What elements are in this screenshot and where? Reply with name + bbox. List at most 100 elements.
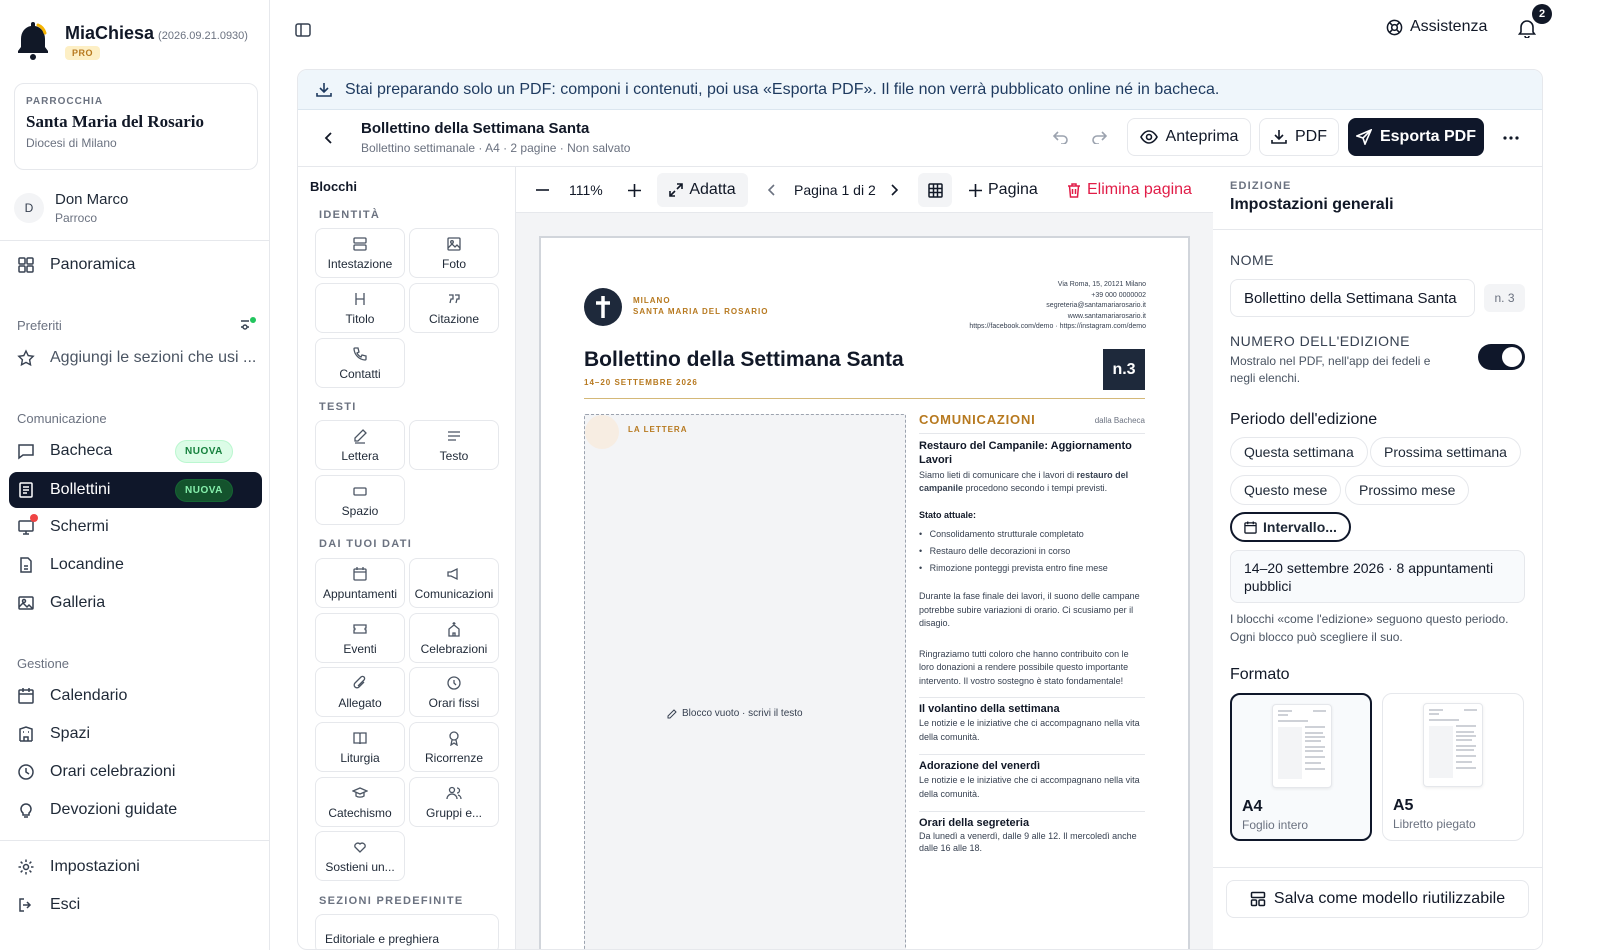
prev-page-icon[interactable] [768,173,776,207]
save-template-button[interactable]: Salva come modello riutilizzabile [1226,880,1529,918]
text-lines-icon [446,428,462,444]
nav-galleria[interactable]: Galleria [9,585,262,621]
block-label: Allegato [338,695,382,710]
block-citazione[interactable]: Citazione [409,283,499,333]
period-chip-next-week[interactable]: Prossima settimana [1370,437,1521,467]
block-label: Contatti [339,366,381,381]
block-intestazione[interactable]: Intestazione [315,228,405,278]
more-icon[interactable] [1503,136,1519,140]
nav-locandine[interactable]: Locandine [9,547,262,583]
predefined-section[interactable]: Editoriale e preghiera [315,914,499,949]
heart-hand-icon [352,839,368,855]
pencil-icon [667,708,677,719]
nav-impostazioni[interactable]: Impostazioni [9,849,262,885]
calendar-icon [1244,520,1257,534]
add-page-button[interactable]: Pagina [969,173,1038,207]
period-chip-next-month[interactable]: Prossimo mese [1345,475,1470,505]
doc-title: Bollettino della Settimana Santa [584,348,904,371]
letter-block-empty[interactable]: LA LETTERA Blocco vuoto · scrivi il test… [584,414,906,949]
building-icon [17,725,35,743]
org-city: MILANO [633,296,671,305]
notifications-icon[interactable] [1518,18,1536,38]
block-contatti[interactable]: Contatti [315,338,405,388]
block-eventi[interactable]: Eventi [315,613,405,663]
nav-calendario[interactable]: Calendario [9,678,262,714]
format-option-a5[interactable]: A5 Libretto piegato [1382,693,1524,841]
format-option-a4[interactable]: A4 Foglio intero [1230,693,1372,841]
edit-favorites-icon[interactable] [239,316,257,332]
grid-toggle[interactable] [918,173,952,207]
block-titolo[interactable]: Titolo [315,283,405,333]
pdf-label: PDF [1295,128,1327,145]
news-paragraph: Le notizie e le iniziative che ci accomp… [919,718,1140,742]
nav-overview-label: Panoramica [50,256,136,273]
block-lettera[interactable]: Lettera [315,420,405,470]
document-page[interactable]: MILANO SANTA MARIA DEL ROSARIO Via Roma,… [539,236,1190,949]
nav-bollettini[interactable]: Bollettini NUOVA [9,472,262,508]
document-meta: Bollettino settimanale · A4 · 2 pagine ·… [361,141,631,155]
brand[interactable]: MiaChiesa (2026.09.21.0930) PRO [17,20,262,64]
format-thumbnail [1272,704,1332,788]
block-catechismo[interactable]: Catechismo [315,777,405,827]
redo-icon[interactable] [1091,130,1107,144]
block-foto[interactable]: Foto [409,228,499,278]
zoom-in-icon[interactable] [628,173,641,207]
period-chip-this-week[interactable]: Questa settimana [1230,437,1368,467]
settings-kicker: EDIZIONE [1230,180,1292,192]
file-icon [17,556,35,574]
divider [0,840,270,841]
nav-logout[interactable]: Esci [9,887,262,923]
block-sostieni[interactable]: Sostieni un... [315,831,405,881]
edition-number-toggle[interactable] [1478,344,1525,370]
zoom-level: 111% [569,182,603,198]
nav-schermi[interactable]: Schermi [9,509,262,545]
block-label: Testo [439,448,469,463]
sidebar-toggle-icon[interactable] [295,22,311,38]
help-button[interactable]: Assistenza [1386,18,1487,36]
nav-overview[interactable]: Panoramica [9,247,262,283]
period-chip-range[interactable]: Intervallo... [1230,512,1351,542]
news-title: Orari della segreteria [919,817,1030,829]
news-title: Adorazione del venerdì [919,760,1041,772]
block-liturgia[interactable]: Liturgia [315,722,405,772]
nav-logout-label: Esci [50,896,81,913]
back-icon[interactable] [324,131,334,145]
block-gruppi[interactable]: Gruppi e... [409,777,499,827]
preview-button[interactable]: Anteprima [1127,118,1251,156]
favorites-add[interactable]: Aggiungi le sezioni che usi ... [9,340,262,376]
pen-icon [352,428,368,444]
block-ricorrenze[interactable]: Ricorrenze [409,722,499,772]
block-spazio[interactable]: Spazio [315,475,405,525]
pdf-button[interactable]: PDF [1259,118,1339,156]
texts-label: TESTI [319,401,357,413]
block-testo[interactable]: Testo [409,420,499,470]
news-title: Il volantino della settimana [919,703,1060,715]
block-celebrazioni[interactable]: Celebrazioni [409,613,499,663]
export-pdf-label: Esporta PDF [1379,128,1476,145]
nav-spazi[interactable]: Spazi [9,716,262,752]
monitor-icon [17,514,38,536]
period-chip-this-month[interactable]: Questo mese [1230,475,1342,505]
management-label: Gestione [17,656,70,671]
nav-locandine-label: Locandine [50,556,124,573]
contact-line: Via Roma, 15, 20121 Milano [1057,281,1146,288]
parish-card[interactable]: PARROCCHIA Santa Maria del Rosario Dioce… [14,83,258,170]
block-comunicazioni[interactable]: Comunicazioni [409,558,499,608]
user-profile[interactable]: D Don Marco Parroco [14,190,258,234]
nav-orari[interactable]: Orari celebrazioni [9,754,262,790]
block-appuntamenti[interactable]: Appuntamenti [315,558,405,608]
contact-block: Via Roma, 15, 20121 Milano +39 000 00000… [969,280,1146,333]
next-page-icon[interactable] [890,173,898,207]
block-orari-fissi[interactable]: Orari fissi [409,667,499,717]
nav-bacheca[interactable]: Bacheca NUOVA [9,433,262,469]
delete-page-button[interactable]: Elimina pagina [1067,173,1192,207]
zoom-out-icon[interactable] [536,173,549,207]
fit-button[interactable]: Adatta [657,173,748,207]
add-page-label: Pagina [988,181,1038,198]
block-allegato[interactable]: Allegato [315,667,405,717]
export-pdf-button[interactable]: Esporta PDF [1348,118,1484,156]
name-input[interactable] [1230,279,1475,317]
predefined-label: SEZIONI PREDEFINITE [319,895,464,907]
undo-icon[interactable] [1053,130,1069,144]
nav-devozioni[interactable]: Devozioni guidate [9,792,262,828]
